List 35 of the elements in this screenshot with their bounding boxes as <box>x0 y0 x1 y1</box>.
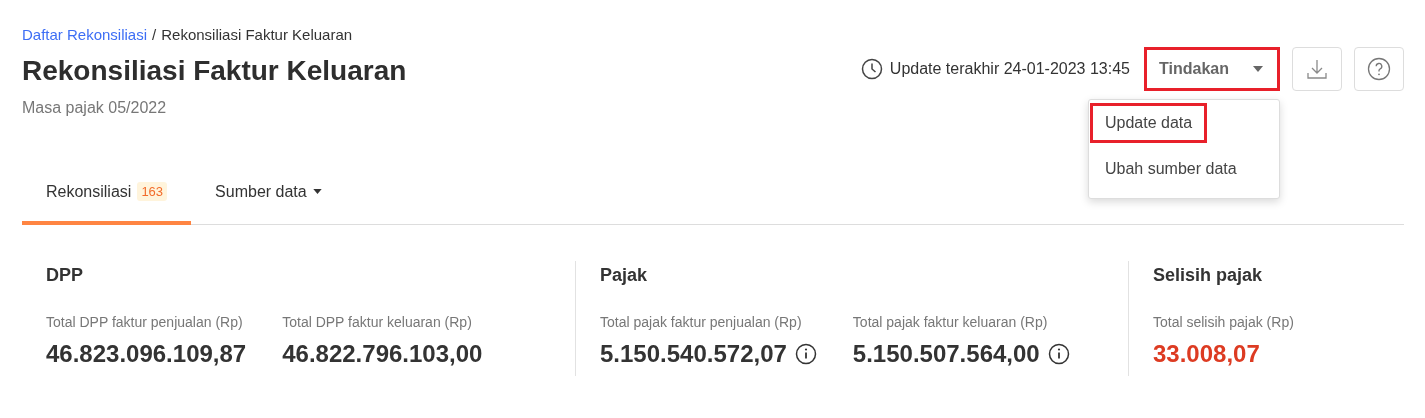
tab[interactable]: Sumber data <box>191 174 346 225</box>
stat-value: 46.822.796.103,00 <box>282 340 483 368</box>
stat-label: Total selisih pajak (Rp) <box>1153 314 1294 330</box>
stat-value: 5.150.507.564,00 <box>852 340 1040 368</box>
caret-icon <box>1253 66 1263 72</box>
download-icon <box>1306 58 1328 80</box>
actions-dropdown[interactable]: Tindakan <box>1144 47 1280 91</box>
page-title: Rekonsiliasi Faktur Keluaran <box>22 55 407 87</box>
stat-value: 33.008,07 <box>1153 340 1260 368</box>
last-update-text: Update terakhir 24-01-2023 13:45 <box>889 60 1130 78</box>
breadcrumb-separator: / <box>152 26 157 43</box>
stat-label: Total pajak faktur penjualan (Rp) <box>600 314 803 330</box>
menu-item[interactable]: Update data <box>1090 103 1208 143</box>
tab-label: Rekonsiliasi <box>46 182 132 201</box>
info-icon[interactable] <box>794 343 817 365</box>
breadcrumb-current: Rekonsiliasi Faktur Keluaran <box>161 26 353 43</box>
section-title: DPP <box>46 265 84 286</box>
help-button[interactable] <box>1354 47 1404 91</box>
menu-item[interactable]: Ubah sumber data <box>1090 149 1252 189</box>
section-title: Selisih pajak <box>1153 265 1264 286</box>
breadcrumb-link[interactable]: Daftar Rekonsiliasi <box>22 26 148 43</box>
stat-label: Total pajak faktur keluaran (Rp) <box>852 314 1049 330</box>
help-icon <box>1367 57 1391 81</box>
stat-value: 5.150.540.572,07 <box>600 340 787 368</box>
info-icon[interactable] <box>1047 343 1070 365</box>
section-title: Pajak <box>600 265 649 286</box>
stat-label: Total DPP faktur penjualan (Rp) <box>46 314 244 330</box>
tab-label: Sumber data <box>215 182 307 201</box>
count-badge: 163 <box>137 182 168 201</box>
clock-icon <box>860 58 883 80</box>
caret-icon <box>312 189 322 194</box>
stat-label: Total DPP faktur keluaran (Rp) <box>282 314 473 330</box>
tab[interactable]: Rekonsiliasi 163 <box>22 174 192 225</box>
stat-value: 46.823.096.109,87 <box>46 340 247 368</box>
page-subtitle: Masa pajak 05/2022 <box>22 99 168 117</box>
